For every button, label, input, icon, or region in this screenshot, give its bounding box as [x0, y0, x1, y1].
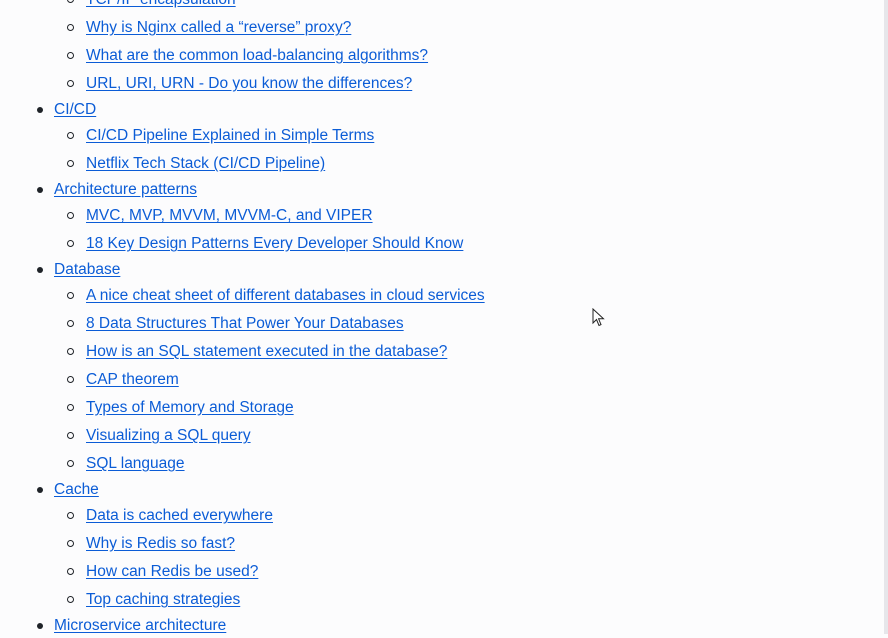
- toc-link[interactable]: Top caching strategies: [86, 591, 240, 608]
- toc-section-networking: TCP/IP encapsulation Why is Nginx called…: [0, 0, 880, 98]
- toc-sublist: A nice cheat sheet of different database…: [0, 282, 880, 478]
- list-item: Why is Redis so fast?: [0, 530, 880, 558]
- list-item: How is an SQL statement executed in the …: [0, 338, 880, 366]
- section-link-microservice-architecture[interactable]: Microservice architecture: [54, 617, 226, 634]
- toc-section-cicd: CI/CD CI/CD Pipeline Explained in Simple…: [0, 98, 880, 178]
- list-item: A nice cheat sheet of different database…: [0, 282, 880, 310]
- toc-sublist: CI/CD Pipeline Explained in Simple Terms…: [0, 122, 880, 178]
- list-item: CAP theorem: [0, 366, 880, 394]
- list-item: Why is Nginx called a “reverse” proxy?: [0, 14, 880, 42]
- toc-link[interactable]: 18 Key Design Patterns Every Developer S…: [86, 235, 463, 252]
- toc-link[interactable]: Netflix Tech Stack (CI/CD Pipeline): [86, 155, 325, 172]
- section-heading: Cache: [0, 478, 880, 502]
- list-item: How can Redis be used?: [0, 558, 880, 586]
- list-item: 8 Data Structures That Power Your Databa…: [0, 310, 880, 338]
- list-item: Netflix Tech Stack (CI/CD Pipeline): [0, 150, 880, 178]
- toc-link[interactable]: Types of Memory and Storage: [86, 399, 294, 416]
- toc-link[interactable]: What are the common load-balancing algor…: [86, 47, 428, 64]
- toc-section-microservice-architecture: Microservice architecture: [0, 614, 880, 638]
- list-item: SQL language: [0, 450, 880, 478]
- toc-link[interactable]: How can Redis be used?: [86, 563, 258, 580]
- toc-link[interactable]: SQL language: [86, 455, 185, 472]
- list-item: What are the common load-balancing algor…: [0, 42, 880, 70]
- section-link-cicd[interactable]: CI/CD: [54, 101, 96, 118]
- mouse-pointer-icon: [592, 308, 605, 327]
- list-item: MVC, MVP, MVVM, MVVM-C, and VIPER: [0, 202, 880, 230]
- toc-link[interactable]: Why is Nginx called a “reverse” proxy?: [86, 19, 351, 36]
- toc-section-cache: Cache Data is cached everywhere Why is R…: [0, 478, 880, 614]
- toc-link[interactable]: MVC, MVP, MVVM, MVVM-C, and VIPER: [86, 207, 373, 224]
- list-item: CI/CD Pipeline Explained in Simple Terms: [0, 122, 880, 150]
- list-item: Visualizing a SQL query: [0, 422, 880, 450]
- toc-link[interactable]: Data is cached everywhere: [86, 507, 273, 524]
- list-item: Types of Memory and Storage: [0, 394, 880, 422]
- section-heading: Database: [0, 258, 880, 282]
- toc-link[interactable]: TCP/IP encapsulation: [86, 0, 236, 8]
- section-heading: CI/CD: [0, 98, 880, 122]
- toc-link[interactable]: URL, URI, URN - Do you know the differen…: [86, 75, 412, 92]
- list-item: Data is cached everywhere: [0, 502, 880, 530]
- toc-section-architecture-patterns: Architecture patterns MVC, MVP, MVVM, MV…: [0, 178, 880, 258]
- toc-link[interactable]: Visualizing a SQL query: [86, 427, 251, 444]
- list-item: TCP/IP encapsulation: [0, 0, 880, 14]
- toc-sublist: Data is cached everywhere Why is Redis s…: [0, 502, 880, 614]
- scrollbar-track[interactable]: [884, 0, 888, 634]
- toc-link[interactable]: CAP theorem: [86, 371, 179, 388]
- toc-link[interactable]: CI/CD Pipeline Explained in Simple Terms: [86, 127, 374, 144]
- list-item: 18 Key Design Patterns Every Developer S…: [0, 230, 880, 258]
- toc-link[interactable]: A nice cheat sheet of different database…: [86, 287, 485, 304]
- table-of-contents: TCP/IP encapsulation Why is Nginx called…: [0, 0, 880, 638]
- toc-sublist: MVC, MVP, MVVM, MVVM-C, and VIPER 18 Key…: [0, 202, 880, 258]
- toc-link[interactable]: How is an SQL statement executed in the …: [86, 343, 447, 360]
- toc-sublist: TCP/IP encapsulation Why is Nginx called…: [0, 0, 880, 98]
- section-link-cache[interactable]: Cache: [54, 481, 99, 498]
- section-link-database[interactable]: Database: [54, 261, 120, 278]
- toc-link[interactable]: 8 Data Structures That Power Your Databa…: [86, 315, 404, 332]
- toc-section-database: Database A nice cheat sheet of different…: [0, 258, 880, 478]
- list-item: Top caching strategies: [0, 586, 880, 614]
- section-heading: Microservice architecture: [0, 614, 880, 638]
- list-item: URL, URI, URN - Do you know the differen…: [0, 70, 880, 98]
- section-heading: Architecture patterns: [0, 178, 880, 202]
- toc-link[interactable]: Why is Redis so fast?: [86, 535, 235, 552]
- section-link-architecture-patterns[interactable]: Architecture patterns: [54, 181, 197, 198]
